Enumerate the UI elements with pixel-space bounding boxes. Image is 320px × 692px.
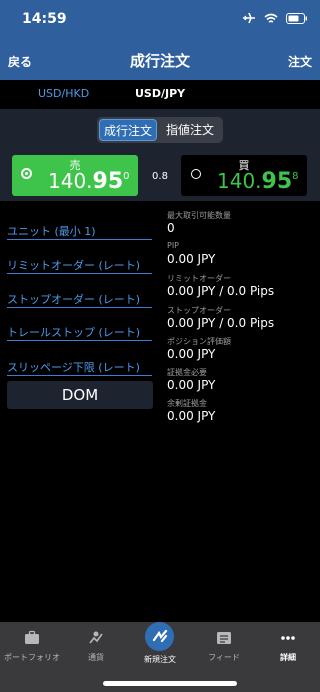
trailing-stop-field-label: トレールストップ (レート): [7, 326, 141, 339]
new-order-icon: [145, 622, 174, 651]
buy-price-button[interactable]: 買 140.958: [181, 155, 307, 196]
sell-price: 140.950: [48, 169, 130, 194]
wifi-icon: [264, 13, 278, 23]
pip-label: PIP: [167, 241, 180, 250]
battery-icon: [286, 12, 307, 24]
home-indicator: [103, 681, 237, 686]
position-value-label: ポジション評価額: [167, 337, 231, 346]
tab-portfolio[interactable]: ポートフォリオ: [0, 622, 64, 670]
tab-portfolio-label: ポートフォリオ: [4, 653, 60, 662]
limit-order-button[interactable]: 指値注文: [161, 119, 219, 141]
pair-tabs: USD/HKD USD/JPY: [0, 80, 320, 109]
pair-tab-usd-hkd[interactable]: USD/HKD: [38, 87, 89, 100]
dom-button[interactable]: DOM: [7, 381, 153, 409]
buy-price-sup: 8: [292, 171, 299, 182]
units-field-label: ユニット (最小 1): [7, 225, 96, 238]
stop-order-info-label: ストップオーダー: [167, 306, 231, 315]
page-title: 成行注文: [129, 52, 190, 70]
more-icon: [281, 636, 295, 640]
status-bar: 14:59: [0, 0, 320, 40]
price-panel: 成行注文 指値注文 売 140.950 0.8 買 140.958: [0, 109, 320, 201]
currency-icon: [89, 631, 103, 644]
stop-order-field-label: ストップオーダー (レート): [7, 293, 141, 306]
limit-order-info-label: リミットオーダー: [167, 274, 231, 283]
order-type-toggle: 成行注文 指値注文: [97, 117, 223, 143]
market-order-button[interactable]: 成行注文: [99, 119, 157, 141]
limit-order-info-value: 0.00 JPY / 0.0 Pips: [167, 284, 275, 298]
feed-icon: [217, 632, 231, 644]
status-icons: [242, 12, 308, 24]
trailing-stop-field[interactable]: トレールストップ (レート): [7, 321, 152, 341]
pip-value: 0.00 JPY: [167, 252, 216, 266]
sell-price-big: 95: [92, 169, 124, 194]
tab-feed-label: フィード: [208, 653, 240, 662]
airplane-icon: [243, 12, 255, 24]
margin-required-label: 証拠金必要: [167, 368, 207, 377]
buy-price-main: 140.: [217, 169, 262, 193]
buy-price-big: 95: [261, 169, 293, 194]
free-margin-value: 0.00 JPY: [167, 409, 216, 423]
tab-currency-label: 通貨: [88, 653, 104, 662]
slippage-field[interactable]: スリッページ下限 (レート): [7, 356, 152, 376]
tab-details[interactable]: 詳細: [256, 622, 320, 670]
tab-new-order[interactable]: 新規注文: [128, 622, 192, 670]
sell-price-button[interactable]: 売 140.950: [12, 155, 138, 196]
order-button[interactable]: 注文: [288, 53, 312, 70]
units-field[interactable]: ユニット (最小 1): [7, 220, 152, 240]
margin-required-value: 0.00 JPY: [167, 378, 216, 392]
position-value-value: 0.00 JPY: [167, 347, 216, 361]
spread-value: 0.8: [152, 171, 168, 182]
stop-order-info-value: 0.00 JPY / 0.0 Pips: [167, 316, 275, 330]
max-quantity-value: 0: [167, 221, 175, 235]
lightning-icon: [152, 629, 168, 643]
free-margin-label: 余剰証拠金: [167, 399, 207, 408]
sell-price-main: 140.: [48, 169, 93, 193]
tab-details-label: 詳細: [280, 653, 296, 662]
stop-order-field[interactable]: ストップオーダー (レート): [7, 288, 152, 308]
slippage-field-label: スリッページ下限 (レート): [7, 361, 140, 374]
nav-bar: 戻る 成行注文 注文: [0, 40, 320, 80]
limit-order-field-label: リミットオーダー (レート): [7, 259, 141, 272]
sell-price-sup: 0: [123, 171, 130, 182]
max-quantity-label: 最大取引可能数量: [167, 211, 231, 220]
briefcase-icon: [25, 630, 39, 644]
tab-currency[interactable]: 通貨: [64, 622, 128, 670]
tab-new-order-label: 新規注文: [144, 655, 176, 664]
limit-order-field[interactable]: リミットオーダー (レート): [7, 254, 152, 274]
pair-tab-usd-jpy[interactable]: USD/JPY: [135, 87, 185, 100]
buy-price: 140.958: [217, 169, 299, 194]
status-time: 14:59: [22, 11, 67, 27]
tab-feed[interactable]: フィード: [192, 622, 256, 670]
